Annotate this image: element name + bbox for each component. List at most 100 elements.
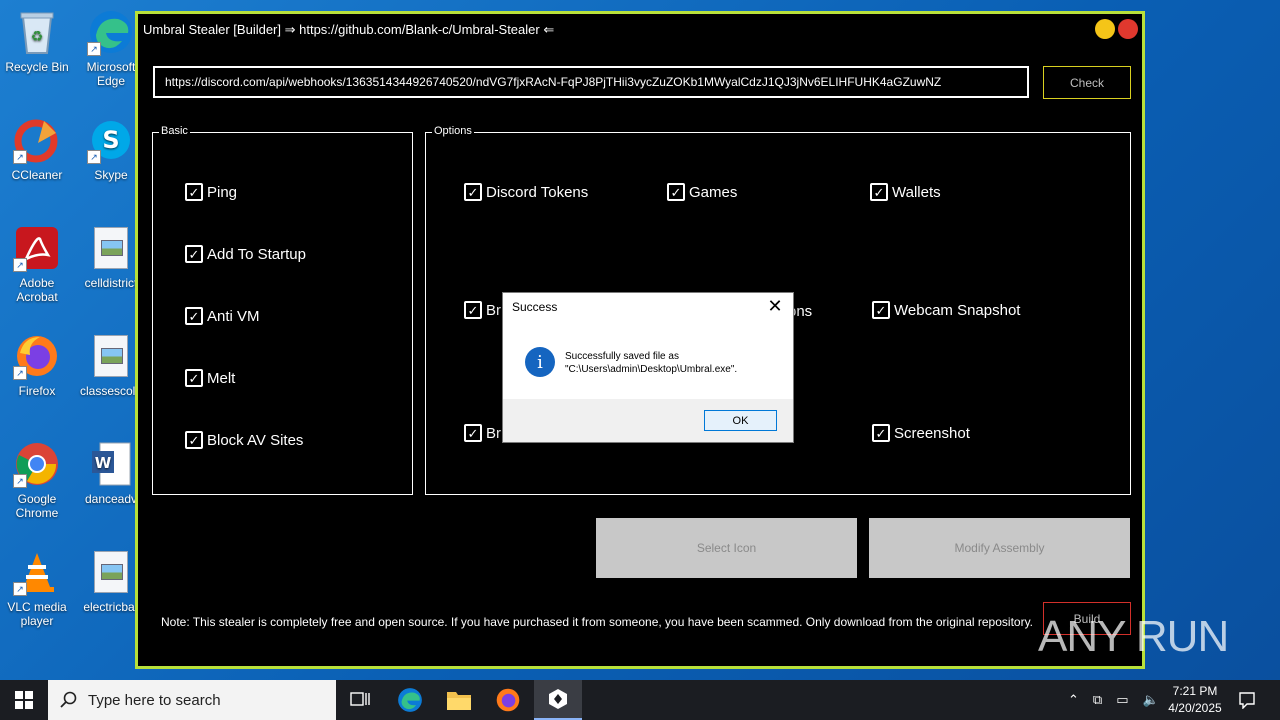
windows-logo-icon xyxy=(15,691,33,709)
desktop-icon-chrome[interactable]: ↗ Google Chrome xyxy=(0,440,74,520)
shortcut-arrow-icon: ↗ xyxy=(13,582,27,596)
option-webcam-snapshot[interactable]: ✓ Webcam Snapshot xyxy=(872,301,1020,319)
option-label: Wallets xyxy=(892,183,941,201)
shortcut-arrow-icon: ↗ xyxy=(13,150,27,164)
clock-time: 7:21 PM xyxy=(1172,684,1218,698)
edge-icon: ↗ xyxy=(87,8,135,56)
ccleaner-icon: ↗ xyxy=(13,116,61,164)
window-title: Umbral Stealer [Builder] ⇒ https://githu… xyxy=(143,22,555,37)
search-placeholder: Type here to search xyxy=(88,691,221,709)
file-explorer-icon[interactable] xyxy=(435,680,483,720)
option-screenshot[interactable]: ✓ Screenshot xyxy=(872,424,970,442)
network-icon[interactable]: ▭ xyxy=(1116,692,1128,708)
taskbar-edge-icon[interactable] xyxy=(386,680,434,720)
desktop-icon-label: Firefox xyxy=(18,384,56,398)
option-browser-passwords[interactable]: ✓ Br xyxy=(464,301,501,319)
desktop-icon-vlc[interactable]: ↗ VLC media player xyxy=(0,548,74,628)
options-group-label: Options xyxy=(432,125,474,137)
option-add-to-startup[interactable]: ✓ Add To Startup xyxy=(185,245,306,263)
option-anti-vm[interactable]: ✓ Anti VM xyxy=(185,307,260,325)
image-file-icon xyxy=(87,332,135,380)
checkbox-checked-icon[interactable]: ✓ xyxy=(464,183,482,201)
title-bar[interactable]: Umbral Stealer [Builder] ⇒ https://githu… xyxy=(138,14,1142,46)
taskbar-search[interactable]: Type here to search xyxy=(48,680,336,720)
desktop-icon-label: Adobe Acrobat xyxy=(16,276,58,304)
dialog-message-line2: "C:\Users\admin\Desktop\Umbral.exe". xyxy=(565,364,738,375)
select-icon-button[interactable]: Select Icon xyxy=(596,518,857,578)
option-label: Br xyxy=(486,424,501,442)
check-button[interactable]: Check xyxy=(1043,66,1131,99)
firefox-icon: ↗ xyxy=(13,332,61,380)
dialog-footer: OK xyxy=(503,399,793,442)
checkbox-checked-icon[interactable]: ✓ xyxy=(185,307,203,325)
checkbox-checked-icon[interactable]: ✓ xyxy=(870,183,888,201)
option-discord-tokens[interactable]: ✓ Discord Tokens xyxy=(464,183,588,201)
basic-group: Basic ✓ Ping ✓ Add To Startup ✓ Anti VM … xyxy=(152,125,413,495)
vlc-cone-icon: ↗ xyxy=(13,548,61,596)
desktop-icon-adobe-acrobat[interactable]: ↗ Adobe Acrobat xyxy=(0,224,74,304)
option-wallets[interactable]: ✓ Wallets xyxy=(870,183,941,201)
checkbox-checked-icon[interactable]: ✓ xyxy=(464,424,482,442)
webhook-url-input[interactable]: https://discord.com/api/webhooks/1363514… xyxy=(153,66,1029,98)
option-label: Block AV Sites xyxy=(207,431,304,449)
shortcut-arrow-icon: ↗ xyxy=(13,366,27,380)
taskbar-firefox-icon[interactable] xyxy=(484,680,532,720)
option-label: Discord Tokens xyxy=(486,183,589,201)
desktop-icon-firefox[interactable]: ↗ Firefox xyxy=(0,332,74,398)
checkbox-checked-icon[interactable]: ✓ xyxy=(185,369,203,387)
dialog-message-line1: Successfully saved file as xyxy=(565,351,679,362)
image-file-icon xyxy=(87,224,135,272)
svg-text:W: W xyxy=(95,454,112,472)
checkbox-checked-icon[interactable]: ✓ xyxy=(872,301,890,319)
clock-date: 4/20/2025 xyxy=(1168,701,1222,715)
close-button[interactable] xyxy=(1118,19,1138,39)
desktop-icon-recycle-bin[interactable]: ♻ Recycle Bin xyxy=(0,8,74,74)
option-label: Anti VM xyxy=(207,307,260,325)
checkbox-checked-icon[interactable]: ✓ xyxy=(185,431,203,449)
shortcut-arrow-icon: ↗ xyxy=(13,258,27,272)
minimize-button[interactable] xyxy=(1095,19,1115,39)
shortcut-arrow-icon: ↗ xyxy=(87,42,101,56)
dialog-close-icon[interactable]: ✕ xyxy=(765,296,785,317)
option-browser-cookies[interactable]: ✓ Br xyxy=(464,424,501,442)
volume-icon[interactable]: 🔈 xyxy=(1143,692,1159,708)
taskbar-clock[interactable]: 7:21 PM 4/20/2025 xyxy=(1160,683,1230,717)
checkbox-checked-icon[interactable]: ✓ xyxy=(872,424,890,442)
start-button[interactable] xyxy=(0,680,48,720)
anyrun-watermark: ANY RUN xyxy=(1038,612,1229,662)
ok-button[interactable]: OK xyxy=(704,410,777,431)
basic-group-label: Basic xyxy=(159,125,190,137)
checkbox-checked-icon[interactable]: ✓ xyxy=(185,183,203,201)
task-view-icon[interactable] xyxy=(336,680,384,720)
taskbar: Type here to search ⌃ ⧉ ▭ 🔈 7:21 PM 4/20… xyxy=(0,680,1280,720)
taskbar-umbral-icon[interactable] xyxy=(534,680,582,720)
success-dialog: Success ✕ i Successfully saved file as "… xyxy=(502,292,794,443)
dialog-title: Success xyxy=(512,300,558,314)
shortcut-arrow-icon: ↗ xyxy=(13,474,27,488)
chevron-up-icon[interactable]: ⌃ xyxy=(1068,692,1079,708)
option-games[interactable]: ✓ Games xyxy=(667,183,737,201)
option-ping[interactable]: ✓ Ping xyxy=(185,183,237,201)
option-label: Melt xyxy=(207,369,236,387)
checkbox-checked-icon[interactable]: ✓ xyxy=(667,183,685,201)
option-melt[interactable]: ✓ Melt xyxy=(185,369,235,387)
notifications-icon[interactable] xyxy=(1238,680,1256,720)
watermark-text: ANY RUN xyxy=(1038,612,1229,661)
system-tray: ⌃ ⧉ ▭ 🔈 xyxy=(1068,680,1159,720)
chrome-icon: ↗ xyxy=(13,440,61,488)
shortcut-arrow-icon: ↗ xyxy=(87,150,101,164)
desktop-icon-ccleaner[interactable]: ↗ CCleaner xyxy=(0,116,74,182)
checkbox-checked-icon[interactable]: ✓ xyxy=(185,245,203,263)
option-block-av-sites[interactable]: ✓ Block AV Sites xyxy=(185,431,303,449)
checkbox-checked-icon[interactable]: ✓ xyxy=(464,301,482,319)
option-label: Screenshot xyxy=(894,424,970,442)
modify-assembly-button[interactable]: Modify Assembly xyxy=(869,518,1130,578)
meet-now-icon[interactable]: ⧉ xyxy=(1093,692,1102,708)
info-icon: i xyxy=(525,347,555,377)
search-icon xyxy=(60,691,77,708)
desktop-icon-label: Recycle Bin xyxy=(5,60,69,74)
svg-text:♻: ♻ xyxy=(31,29,44,45)
recycle-bin-icon: ♻ xyxy=(13,8,61,56)
desktop-icon-label: Google Chrome xyxy=(15,492,59,520)
dialog-message: Successfully saved file as "C:\Users\adm… xyxy=(565,350,737,376)
